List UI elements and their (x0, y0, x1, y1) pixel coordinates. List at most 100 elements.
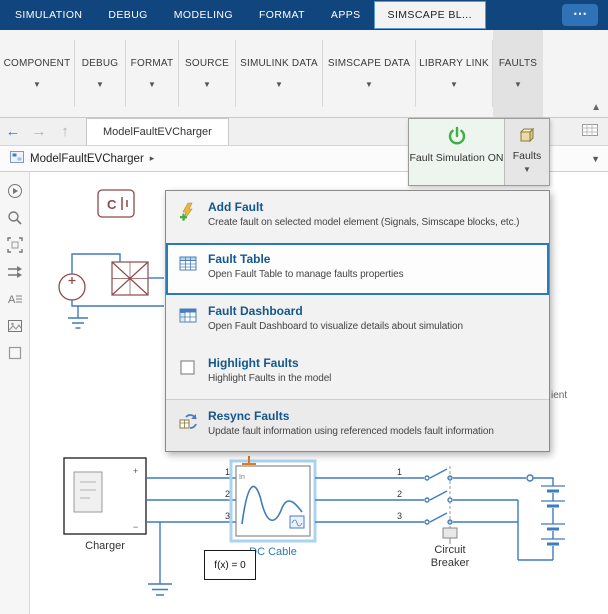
menu-item-resync-faults[interactable]: Resync Faults Update fault information u… (166, 399, 549, 451)
tab-simscape-block[interactable]: SIMSCAPE BL... (374, 1, 486, 29)
tab-debug[interactable]: DEBUG (95, 1, 160, 29)
chevron-down-icon: ▼ (365, 80, 373, 89)
ribbon-group-label: SIMULINK DATA (240, 58, 318, 69)
ribbon-group-label: SOURCE (185, 58, 229, 69)
ribbon-group-faults[interactable]: FAULTS ▼ (493, 30, 543, 117)
connection-wires-middle (315, 478, 408, 522)
plus-port-icon: + (133, 466, 138, 476)
simulink-window: SIMULATION DEBUG MODELING FORMAT APPS SI… (0, 0, 608, 614)
circuit-breaker-block[interactable] (408, 466, 492, 544)
up-to-parent-button[interactable]: ↑ (52, 123, 78, 140)
power-icon (447, 126, 467, 149)
ribbon-group-label: LIBRARY LINK (419, 58, 489, 69)
selection-area-icon[interactable] (4, 342, 26, 364)
ground-symbol-left (68, 318, 88, 328)
menu-item-description: Highlight Faults in the model (208, 373, 331, 384)
menu-item-description: Update fault information using reference… (208, 426, 494, 437)
port-number: 1 (225, 467, 230, 477)
fault-simulation-toggle-button[interactable]: Fault Simulation ON (409, 119, 505, 185)
tab-simulation[interactable]: SIMULATION (2, 1, 95, 29)
ribbon-group-label: FORMAT (131, 58, 174, 69)
chevron-down-icon: ▼ (514, 80, 522, 89)
toolstrip-tab-bar: SIMULATION DEBUG MODELING FORMAT APPS SI… (0, 0, 608, 30)
shortcuts-grid-icon[interactable] (582, 123, 598, 141)
svg-text:C: C (107, 197, 117, 212)
chevron-down-icon: ▼ (275, 80, 283, 89)
fault-table-icon (178, 252, 198, 279)
menu-item-title: Highlight Faults (208, 356, 331, 370)
menu-item-description: Open Fault Dashboard to visualize detail… (208, 321, 463, 332)
resync-faults-icon (178, 409, 198, 436)
ribbon-group-label: DEBUG (82, 58, 119, 69)
menu-item-title: Fault Dashboard (208, 304, 463, 318)
faults-dropdown-button[interactable]: Faults ▼ (505, 119, 549, 185)
model-tab[interactable]: ModelFaultEVCharger (86, 118, 229, 145)
ribbon-group-label: COMPONENT (4, 58, 71, 69)
menu-item-title: Add Fault (208, 200, 519, 214)
chevron-down-icon: ▼ (203, 80, 211, 89)
model-icon (10, 150, 24, 168)
menu-item-description: Create fault on selected model element (… (208, 217, 519, 228)
chevron-down-icon: ▼ (33, 80, 41, 89)
fault-simulation-label: Fault Simulation ON (410, 152, 504, 165)
clipped-annotation: ient (551, 390, 567, 401)
port-number: 2 (397, 489, 402, 499)
ribbon-group-label: SIMSCAPE DATA (328, 58, 410, 69)
annotation-icon[interactable]: A (4, 288, 26, 310)
menu-item-fault-table[interactable]: Fault Table Open Fault Table to manage f… (166, 243, 549, 295)
faults-dropdown-menu: Add Fault Create fault on selected model… (165, 190, 550, 452)
svg-text:In: In (239, 474, 245, 481)
voltage-source-symbol[interactable] (59, 274, 85, 300)
charger-block[interactable]: + − (64, 458, 146, 534)
collapse-ribbon-icon[interactable]: ▲ (591, 102, 601, 113)
hide-show-browser-icon[interactable] (4, 180, 26, 202)
chevron-down-icon: ▼ (523, 165, 531, 174)
solver-block[interactable]: f(x) = 0 (204, 550, 256, 580)
menu-item-description: Open Fault Table to manage faults proper… (208, 269, 404, 280)
ribbon-group-format[interactable]: FORMAT ▼ (126, 30, 178, 117)
winding-block[interactable] (112, 262, 148, 295)
forward-button[interactable]: → (26, 123, 52, 140)
breadcrumb-dropdown-icon[interactable]: ▼ (591, 154, 600, 164)
port-number: 2 (225, 489, 230, 499)
ribbon-group-source[interactable]: SOURCE ▼ (179, 30, 235, 117)
faults-button-label: Faults (513, 150, 542, 163)
tab-modeling[interactable]: MODELING (161, 1, 246, 29)
breadcrumb-model-name[interactable]: ModelFaultEVCharger (30, 153, 144, 165)
back-button[interactable]: ← (0, 123, 26, 140)
toolstrip-ribbon: COMPONENT ▼ DEBUG ▼ FORMAT ▼ SOURCE ▼ SI… (0, 30, 608, 118)
ribbon-group-library-link[interactable]: LIBRARY LINK ▼ (416, 30, 492, 117)
minus-port-icon: − (133, 522, 138, 532)
zoom-icon[interactable] (4, 207, 26, 229)
tab-apps[interactable]: APPS (318, 1, 374, 29)
port-number: 3 (225, 511, 230, 521)
add-fault-icon (178, 200, 198, 227)
fault-quick-toolbar: Fault Simulation ON Faults ▼ (408, 118, 550, 186)
ribbon-group-label: FAULTS (499, 58, 537, 69)
fault-dashboard-icon (178, 304, 198, 331)
palette-sidebar: A (0, 172, 30, 614)
chevron-down-icon: ▼ (148, 80, 156, 89)
menu-item-add-fault[interactable]: Add Fault Create fault on selected model… (166, 191, 549, 243)
more-toolstrip-button[interactable]: ⋯ (562, 4, 598, 26)
dc-cable-block[interactable]: In (231, 456, 315, 541)
tab-format[interactable]: FORMAT (246, 1, 318, 29)
signal-routing-icon[interactable] (4, 261, 26, 283)
ribbon-group-simulink-data[interactable]: SIMULINK DATA ▼ (236, 30, 322, 117)
ribbon-group-debug[interactable]: DEBUG ▼ (75, 30, 125, 117)
fit-to-view-icon[interactable] (4, 234, 26, 256)
highlight-faults-checkbox-icon (178, 356, 198, 383)
circuit-breaker-label: Circuit Breaker (420, 544, 480, 569)
ribbon-group-component[interactable]: COMPONENT ▼ (0, 30, 74, 117)
menu-item-highlight-faults[interactable]: Highlight Faults Highlight Faults in the… (166, 347, 549, 399)
charger-label: Charger (70, 540, 140, 553)
chevron-down-icon: ▼ (450, 80, 458, 89)
faults-cube-icon (518, 126, 536, 147)
battery-symbol[interactable] (492, 475, 565, 560)
ribbon-group-simscape-data[interactable]: SIMSCAPE DATA ▼ (323, 30, 415, 117)
menu-item-fault-dashboard[interactable]: Fault Dashboard Open Fault Dashboard to … (166, 295, 549, 347)
ground-symbol-bottom (148, 584, 172, 595)
viewmarks-icon[interactable] (4, 315, 26, 337)
c-source-block[interactable]: C (98, 190, 134, 217)
svg-text:A: A (8, 294, 16, 306)
